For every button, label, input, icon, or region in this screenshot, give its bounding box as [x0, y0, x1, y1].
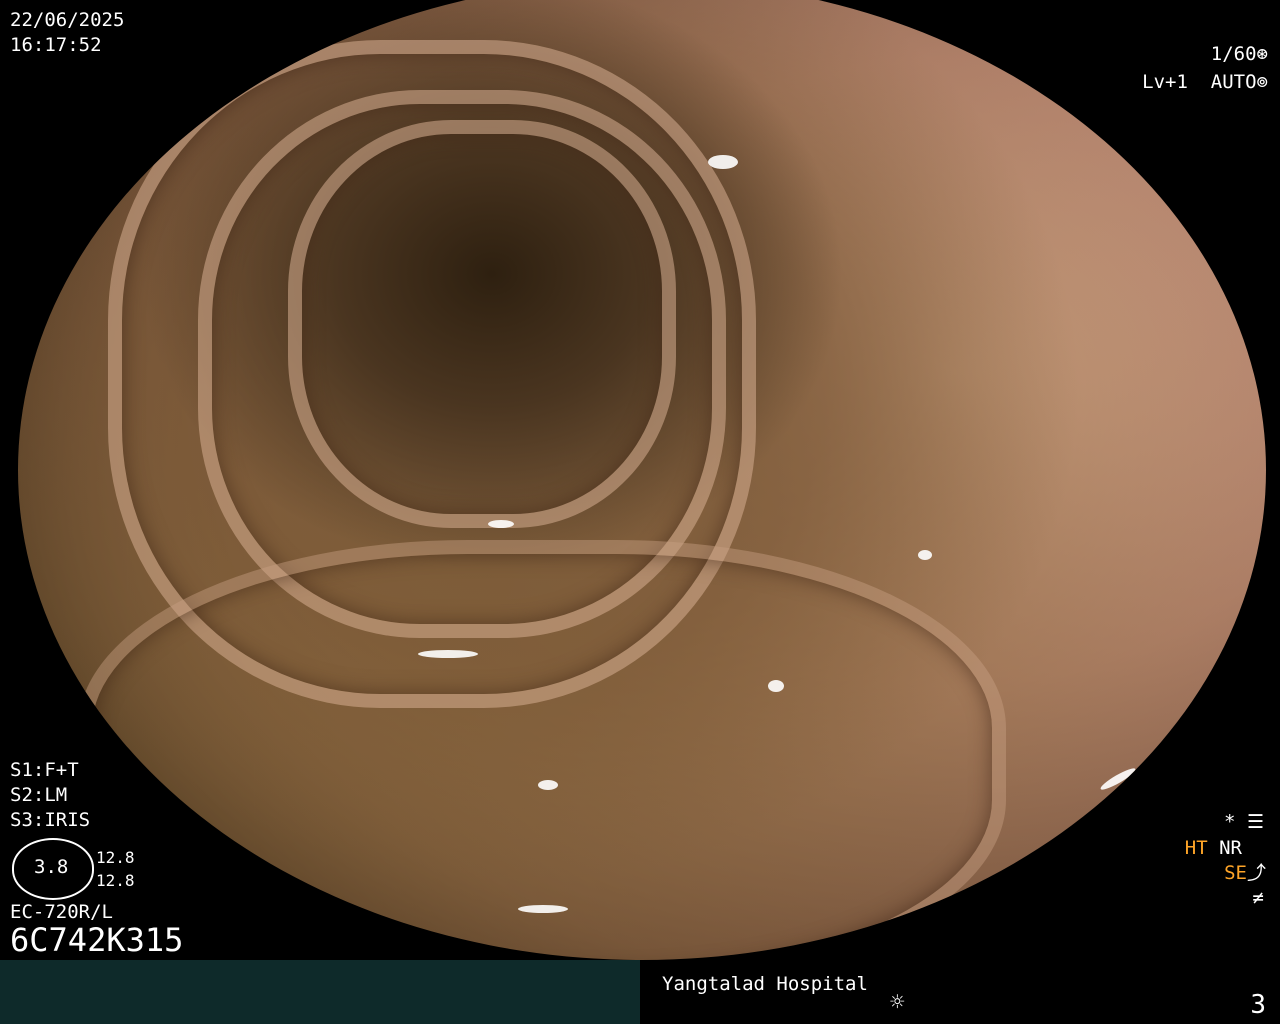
light-reflection	[518, 905, 568, 913]
footer-right-panel: Yangtalad Hospital ☼ 3	[640, 960, 1280, 1024]
gauge-lower: 12.8	[96, 871, 135, 890]
iris-icon: ⊚	[1256, 71, 1268, 93]
light-reflection	[708, 155, 738, 169]
setting-s2: S2:LM	[10, 784, 68, 806]
aperture-icon: ⊛	[1256, 43, 1268, 65]
footer-left-panel	[0, 960, 640, 1024]
se-text: SE	[1224, 862, 1247, 884]
date-text: 22/06/2025	[10, 9, 125, 31]
light-reflection	[768, 680, 784, 692]
setting-s3: S3:IRIS	[10, 809, 91, 831]
light-reflection	[918, 550, 932, 560]
light-reflection	[538, 780, 558, 790]
time-text: 16:17:52	[10, 34, 102, 56]
se-indicator: SE⤴	[1224, 861, 1266, 885]
scope-serial: 6C742K315	[10, 921, 184, 959]
colon-fold	[288, 120, 676, 528]
level-value: Lv+1	[1142, 71, 1188, 93]
gauge-upper: 12.8	[96, 848, 135, 867]
light-reflection	[247, 23, 291, 55]
gauge-value: 3.8	[34, 856, 69, 878]
page-number: 3	[1250, 990, 1266, 1020]
sun-icon: ☼	[890, 988, 905, 1016]
star-text: *	[1224, 811, 1236, 833]
ht-nr-indicator: HT NR	[1185, 836, 1242, 860]
settings-sliders-icon: ☰	[1246, 811, 1264, 833]
not-equal-icon: ≠	[1252, 887, 1264, 909]
exposure-mode: Lv+1 AUTO⊚	[1142, 70, 1268, 94]
hospital-name: Yangtalad Hospital	[662, 973, 868, 995]
mode-value: AUTO	[1210, 71, 1257, 93]
light-reflection	[1098, 765, 1138, 793]
nr-text: NR	[1219, 837, 1242, 859]
setting-s1: S1:F+T	[10, 759, 79, 781]
shutter-value: 1/60	[1210, 43, 1257, 65]
ht-text: HT	[1184, 837, 1208, 859]
shutter-speed: 1/60⊛	[1211, 42, 1268, 66]
star-indicator: * ☰	[1224, 810, 1264, 834]
light-reflection	[488, 520, 514, 528]
colon-fold	[78, 540, 1006, 960]
curve-icon: ⤴	[1246, 862, 1266, 884]
light-reflection	[418, 650, 478, 658]
endoscopic-view	[18, 0, 1266, 960]
